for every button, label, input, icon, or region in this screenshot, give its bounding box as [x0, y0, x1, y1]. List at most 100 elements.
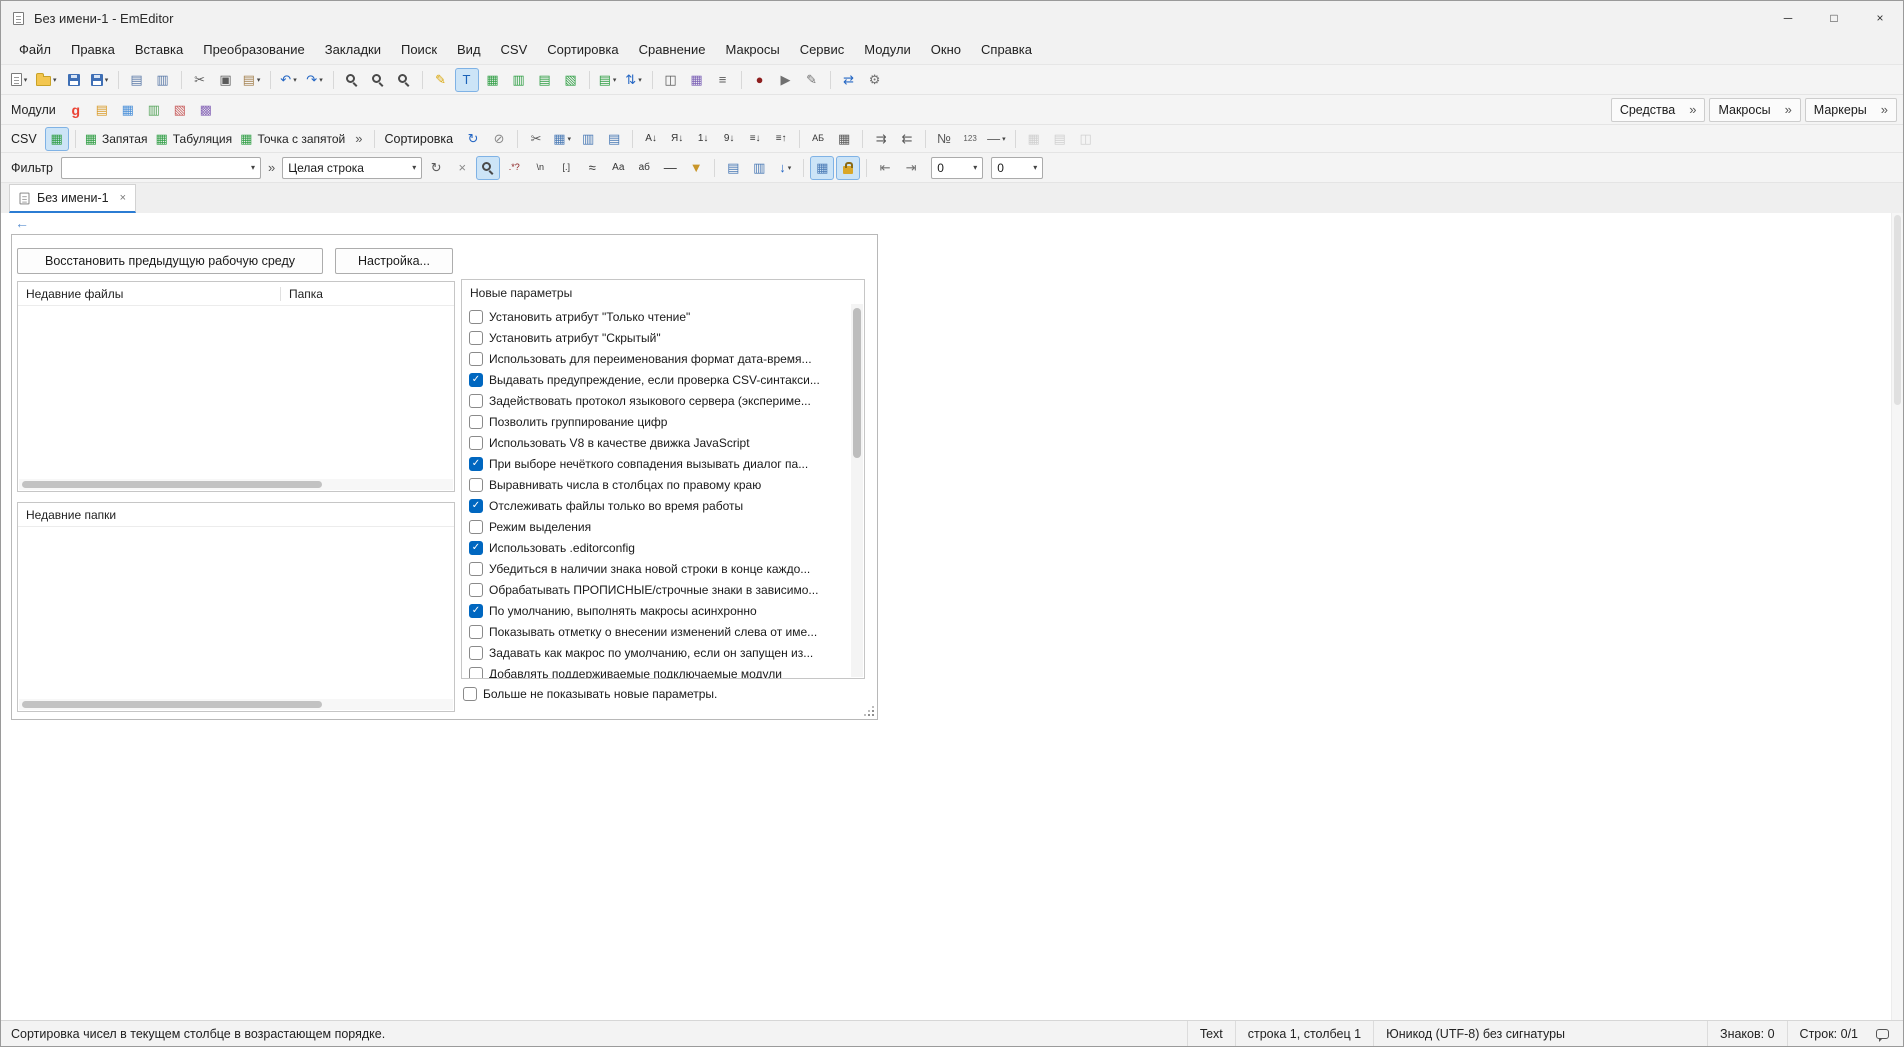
delimiter-semicolon-button[interactable]: ▦Точка с запятой: [237, 127, 348, 151]
clear-filter-button[interactable]: ×: [450, 156, 474, 180]
menu-item-3[interactable]: Преобразование: [193, 35, 315, 64]
horizontal-scrollbar[interactable]: [19, 479, 453, 490]
dont-show-option[interactable]: Больше не показывать новые параметры.: [463, 687, 717, 701]
split-column-button[interactable]: ✂: [524, 127, 548, 151]
module-icon-4[interactable]: ▧: [168, 98, 192, 122]
marker-button[interactable]: ✎: [429, 68, 453, 92]
macros-toolbar-button[interactable]: Макросы: [1709, 98, 1800, 122]
scrollbar-thumb[interactable]: [22, 701, 322, 708]
recent-files-list[interactable]: Недавние файлы Папка: [17, 281, 455, 492]
regex-toggle[interactable]: .*?: [502, 156, 526, 180]
save-all-button[interactable]: ▾: [88, 68, 112, 92]
sort-none-button[interactable]: ⊘: [487, 127, 511, 151]
menu-item-0[interactable]: Файл: [9, 35, 61, 64]
filter-direction-button[interactable]: ↓▾: [773, 156, 797, 180]
menu-item-7[interactable]: CSV: [491, 35, 538, 64]
resize-grip[interactable]: [863, 705, 875, 717]
select-column-button[interactable]: ▥: [576, 127, 600, 151]
checkbox[interactable]: [469, 436, 483, 450]
tab-untitled-1[interactable]: Без имени-1 ×: [9, 184, 136, 213]
new-option-row[interactable]: ✓По умолчанию, выполнять макросы асинхро…: [462, 600, 851, 621]
status-cursor-position[interactable]: строка 1, столбец 1: [1235, 1021, 1373, 1046]
merge-columns-button[interactable]: ⇉: [869, 127, 893, 151]
match-mode-select[interactable]: Целая строка: [282, 157, 422, 179]
numbering-button[interactable]: №: [932, 127, 956, 151]
menu-item-13[interactable]: Окно: [921, 35, 971, 64]
menu-item-11[interactable]: Сервис: [790, 35, 855, 64]
save-button[interactable]: [62, 68, 86, 92]
menu-item-1[interactable]: Правка: [61, 35, 125, 64]
checkbox[interactable]: [469, 520, 483, 534]
recent-folders-list[interactable]: Недавние папки: [17, 502, 455, 712]
checkbox-checked[interactable]: ✓: [469, 457, 483, 471]
overflow-chevron[interactable]: [268, 160, 275, 175]
record-macro-button[interactable]: ●: [748, 68, 772, 92]
delimiter-tab-button[interactable]: ▦Табуляция: [152, 127, 235, 151]
filter-input[interactable]: [67, 160, 247, 176]
sync-button[interactable]: ⇅▾: [622, 68, 646, 92]
new-option-row[interactable]: Показывать отметку о внесении изменений …: [462, 621, 851, 642]
status-line-count[interactable]: Строк: 0/1: [1787, 1021, 1870, 1046]
csv-column-mode-button[interactable]: ▥: [507, 68, 531, 92]
open-file-button[interactable]: ▾: [33, 68, 60, 92]
recent-folders-column-header[interactable]: Недавние папки: [18, 508, 280, 522]
csv-mode-button[interactable]: ▦: [45, 127, 69, 151]
menu-item-4[interactable]: Закладки: [315, 35, 391, 64]
print-preview-button[interactable]: ▥: [151, 68, 175, 92]
menu-item-14[interactable]: Справка: [971, 35, 1042, 64]
checkbox[interactable]: [469, 415, 483, 429]
fit-columns-button[interactable]: ⇥: [899, 156, 923, 180]
vertical-scrollbar[interactable]: [851, 304, 863, 677]
paste-button[interactable]: ▤▾: [240, 68, 264, 92]
checkbox-checked[interactable]: ✓: [469, 373, 483, 387]
module-icon-3[interactable]: ▥: [142, 98, 166, 122]
csv-convert-button[interactable]: ▤: [533, 68, 557, 92]
align-columns-button[interactable]: ⇤: [873, 156, 897, 180]
filter-search-toggle[interactable]: [476, 156, 500, 180]
line-numbers-button[interactable]: ≡: [711, 68, 735, 92]
whole-word-toggle[interactable]: аб: [632, 156, 656, 180]
filter-combo[interactable]: [61, 157, 261, 179]
menu-item-6[interactable]: Вид: [447, 35, 491, 64]
escape-sequence-toggle[interactable]: \n: [528, 156, 552, 180]
close-button[interactable]: ×: [1857, 1, 1903, 35]
menu-item-2[interactable]: Вставка: [125, 35, 193, 64]
heading-rows-select[interactable]: 0: [931, 157, 983, 179]
checkbox-checked[interactable]: ✓: [469, 604, 483, 618]
show-matched-lines-toggle[interactable]: ▤: [721, 156, 745, 180]
undo-button[interactable]: ↶▾: [277, 68, 301, 92]
new-option-row[interactable]: Добавлять поддерживаемые подключаемые мо…: [462, 663, 851, 678]
back-button[interactable]: ←: [15, 215, 29, 231]
split-window-button[interactable]: ◫: [659, 68, 683, 92]
show-unmatched-lines-toggle[interactable]: ▥: [747, 156, 771, 180]
new-option-row[interactable]: Обрабатывать ПРОПИСНЫЕ/строчные знаки в …: [462, 579, 851, 600]
checkbox[interactable]: [469, 562, 483, 576]
feedback-icon[interactable]: [1876, 1029, 1889, 1039]
checkbox[interactable]: [469, 331, 483, 345]
status-encoding[interactable]: Юникод (UTF-8) без сигнатуры: [1373, 1021, 1577, 1046]
new-option-row[interactable]: Установить атрибут "Только чтение": [462, 306, 851, 327]
replace-button[interactable]: [366, 68, 390, 92]
checkbox[interactable]: [469, 352, 483, 366]
new-option-row[interactable]: Задавать как макрос по умолчанию, если о…: [462, 642, 851, 663]
sort-length-ascending-button[interactable]: ≡↓: [743, 127, 767, 151]
filter-funnel-button[interactable]: ▼: [684, 156, 708, 180]
menu-item-5[interactable]: Поиск: [391, 35, 447, 64]
overflow-chevron[interactable]: [355, 131, 362, 146]
new-file-button[interactable]: ▾: [7, 68, 31, 92]
editor-scrollbar[interactable]: [1891, 213, 1903, 1020]
csv-cell-mode-button[interactable]: ▦: [481, 68, 505, 92]
brackets-toggle[interactable]: [.]: [554, 156, 578, 180]
edit-macro-button[interactable]: ✎: [800, 68, 824, 92]
tab-close-icon[interactable]: ×: [120, 192, 126, 204]
new-option-row[interactable]: Позволить группирование цифр: [462, 411, 851, 432]
new-option-row[interactable]: ✓Использовать .editorconfig: [462, 537, 851, 558]
redo-button[interactable]: ↷▾: [303, 68, 327, 92]
recent-files-column-header[interactable]: Недавние файлы: [18, 287, 280, 301]
compare-files-button[interactable]: ⇄: [837, 68, 861, 92]
snippets-button[interactable]: ▤▾: [596, 68, 620, 92]
fuzzy-match-toggle[interactable]: ≈: [580, 156, 604, 180]
refresh-filter-button[interactable]: ↻: [424, 156, 448, 180]
sort-options-button[interactable]: АБ: [806, 127, 830, 151]
pivot-button[interactable]: ▦: [1022, 127, 1046, 151]
